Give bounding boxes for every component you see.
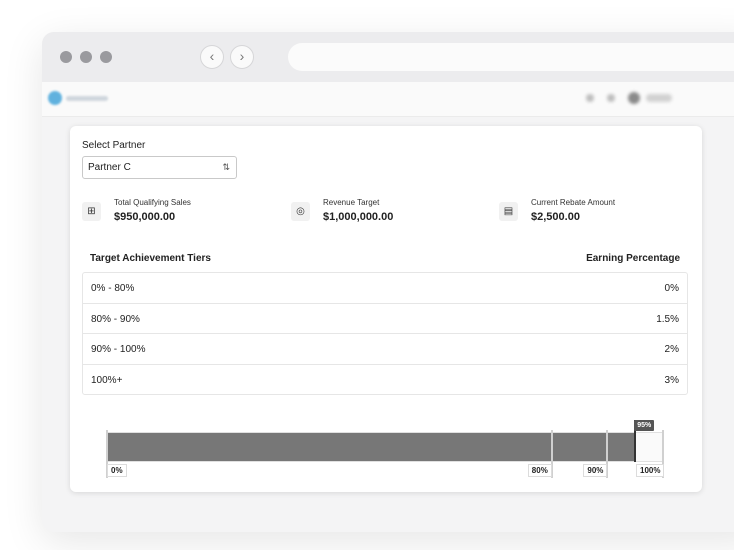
avatar[interactable] — [628, 92, 640, 104]
progress-fill — [108, 433, 635, 461]
stat-value: $950,000.00 — [114, 211, 176, 223]
notification-icon[interactable] — [586, 94, 594, 102]
table-row: 100%+ 3% — [83, 365, 687, 395]
table-row: 80% - 90% 1.5% — [83, 304, 687, 334]
tiers-header: Target Achievement Tiers — [90, 253, 211, 264]
minimize-window-icon[interactable] — [80, 51, 92, 63]
stat-value: $2,500.00 — [531, 211, 580, 223]
tier-range: 0% - 80% — [91, 283, 135, 294]
maximize-window-icon[interactable] — [100, 51, 112, 63]
select-partner-label: Select Partner — [82, 140, 146, 151]
stat-title: Current Rebate Amount — [531, 198, 616, 207]
tier-percent: 0% — [664, 283, 679, 294]
stat-title: Revenue Target — [323, 198, 380, 207]
browser-toolbar: ‹ › — [42, 32, 734, 82]
user-name[interactable] — [646, 94, 672, 102]
back-icon[interactable]: ‹ — [200, 45, 224, 69]
earning-percentage-header: Earning Percentage — [586, 253, 680, 264]
address-bar[interactable] — [288, 43, 734, 71]
table-icon: ⊞ — [82, 202, 101, 221]
settings-icon[interactable] — [607, 94, 615, 102]
logo-icon — [48, 91, 62, 105]
target-icon: ◎ — [291, 202, 310, 221]
tier-range: 100%+ — [91, 374, 123, 386]
logo-text — [66, 96, 108, 101]
marker-label: 90% — [583, 464, 608, 477]
current-value-badge: 95% — [634, 420, 655, 431]
table-row: 90% - 100% 2% — [83, 334, 687, 365]
chevron-up-down-icon: ⇅ — [222, 162, 230, 172]
rebate-card: Select Partner Partner C ⇅ ⊞ Total Quali… — [70, 126, 702, 492]
marker-label: 0% — [107, 464, 127, 477]
marker-label: 100% — [636, 464, 665, 477]
stat-value: $1,000,000.00 — [323, 211, 394, 223]
table-row: 0% - 80% 0% — [83, 273, 687, 304]
close-window-icon[interactable] — [60, 51, 72, 63]
tier-percent: 3% — [664, 374, 679, 386]
tier-percent: 2% — [664, 344, 679, 355]
stat-title: Total Qualifying Sales — [114, 198, 191, 207]
receipt-icon: ▤ — [499, 202, 518, 221]
tier-percent: 1.5% — [656, 313, 679, 325]
marker-label: 80% — [527, 464, 552, 477]
partner-select[interactable]: Partner C ⇅ — [82, 156, 237, 179]
tier-range: 80% - 90% — [91, 313, 140, 325]
app-header — [42, 82, 734, 117]
forward-icon[interactable]: › — [230, 45, 254, 69]
partner-select-value: Partner C — [88, 162, 131, 173]
tier-range: 90% - 100% — [91, 344, 146, 355]
tiers-table: 0% - 80% 0% 80% - 90% 1.5% 90% - 100% 2%… — [82, 272, 688, 395]
progress-track — [107, 432, 663, 462]
